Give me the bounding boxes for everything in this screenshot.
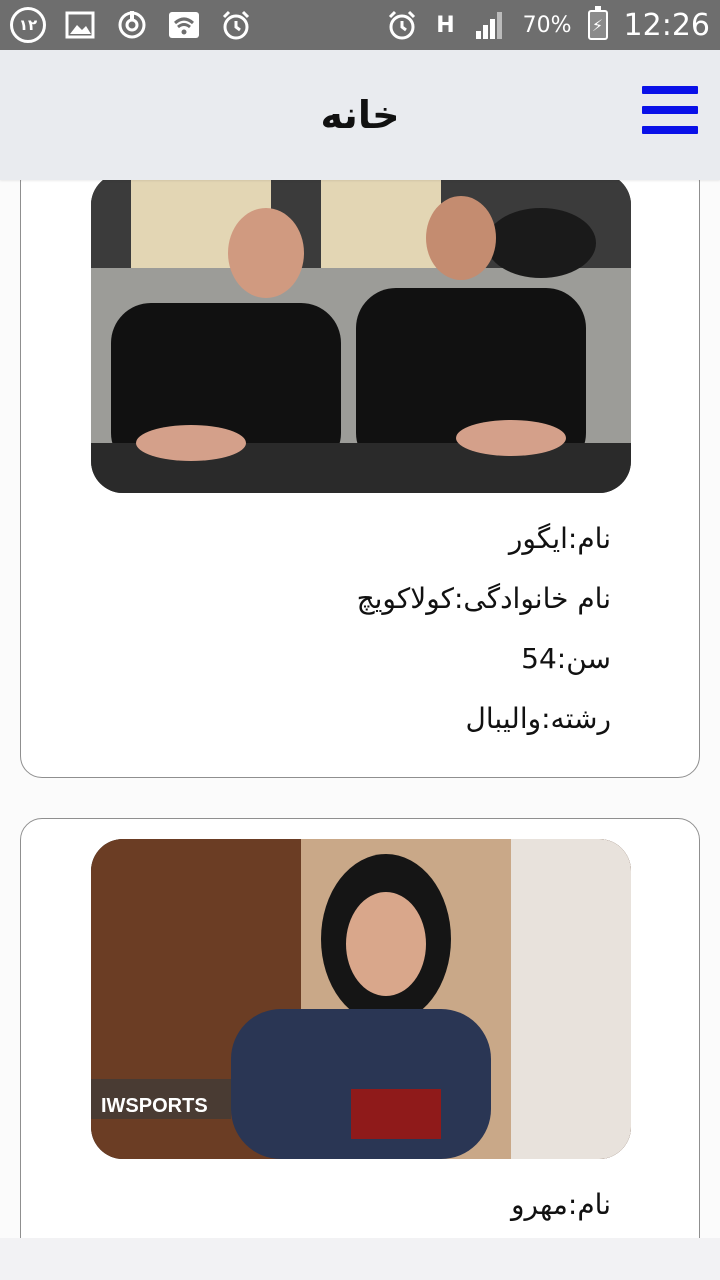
- person-photo: [91, 180, 631, 493]
- person-info: نام:مهرو: [511, 1183, 611, 1238]
- alarm-icon: [218, 7, 254, 43]
- photo-watermark: IWSPORTS: [101, 1095, 208, 1117]
- person-card[interactable]: IWSPORTS نام:مهرو: [20, 818, 700, 1238]
- status-bar: ۱۲ H 70% ⚡ 12:26: [0, 0, 720, 50]
- clock-time: 12:26: [623, 7, 710, 43]
- person-name: نام:مهرو: [511, 1188, 611, 1221]
- gallery-icon: [62, 7, 98, 43]
- battery-icon: ⚡: [587, 6, 608, 40]
- status-right-icons: H 70% ⚡ 12:26: [384, 6, 710, 43]
- notification-count-badge: ۱۲: [10, 7, 46, 43]
- bottom-strip: [0, 1238, 720, 1280]
- alarm-icon: [384, 7, 420, 43]
- person-info: نام:ایگور نام خانوادگی:کولاکویچ سن:54 رش…: [357, 517, 611, 757]
- app-bar: خانه: [0, 50, 720, 180]
- person-card[interactable]: نام:ایگور نام خانوادگی:کولاکویچ سن:54 رش…: [20, 180, 700, 778]
- hamburger-menu-icon[interactable]: [642, 86, 698, 134]
- content-list[interactable]: نام:ایگور نام خانوادگی:کولاکویچ سن:54 رش…: [0, 180, 720, 1238]
- signal-icon: [471, 7, 507, 43]
- battery-percent: 70%: [522, 12, 572, 38]
- sync-icon: [114, 7, 150, 43]
- person-family-name: نام خانوادگی:کولاکویچ: [356, 582, 611, 615]
- page-title: خانه: [320, 93, 400, 137]
- network-type-label: H: [436, 12, 455, 38]
- person-sport: رشته:والیبال: [465, 702, 611, 735]
- person-age: سن:54: [521, 642, 611, 675]
- person-name: نام:ایگور: [508, 522, 611, 555]
- wifi-icon: [166, 7, 202, 43]
- person-photo: IWSPORTS: [91, 839, 631, 1159]
- status-left-icons: ۱۲: [10, 7, 254, 43]
